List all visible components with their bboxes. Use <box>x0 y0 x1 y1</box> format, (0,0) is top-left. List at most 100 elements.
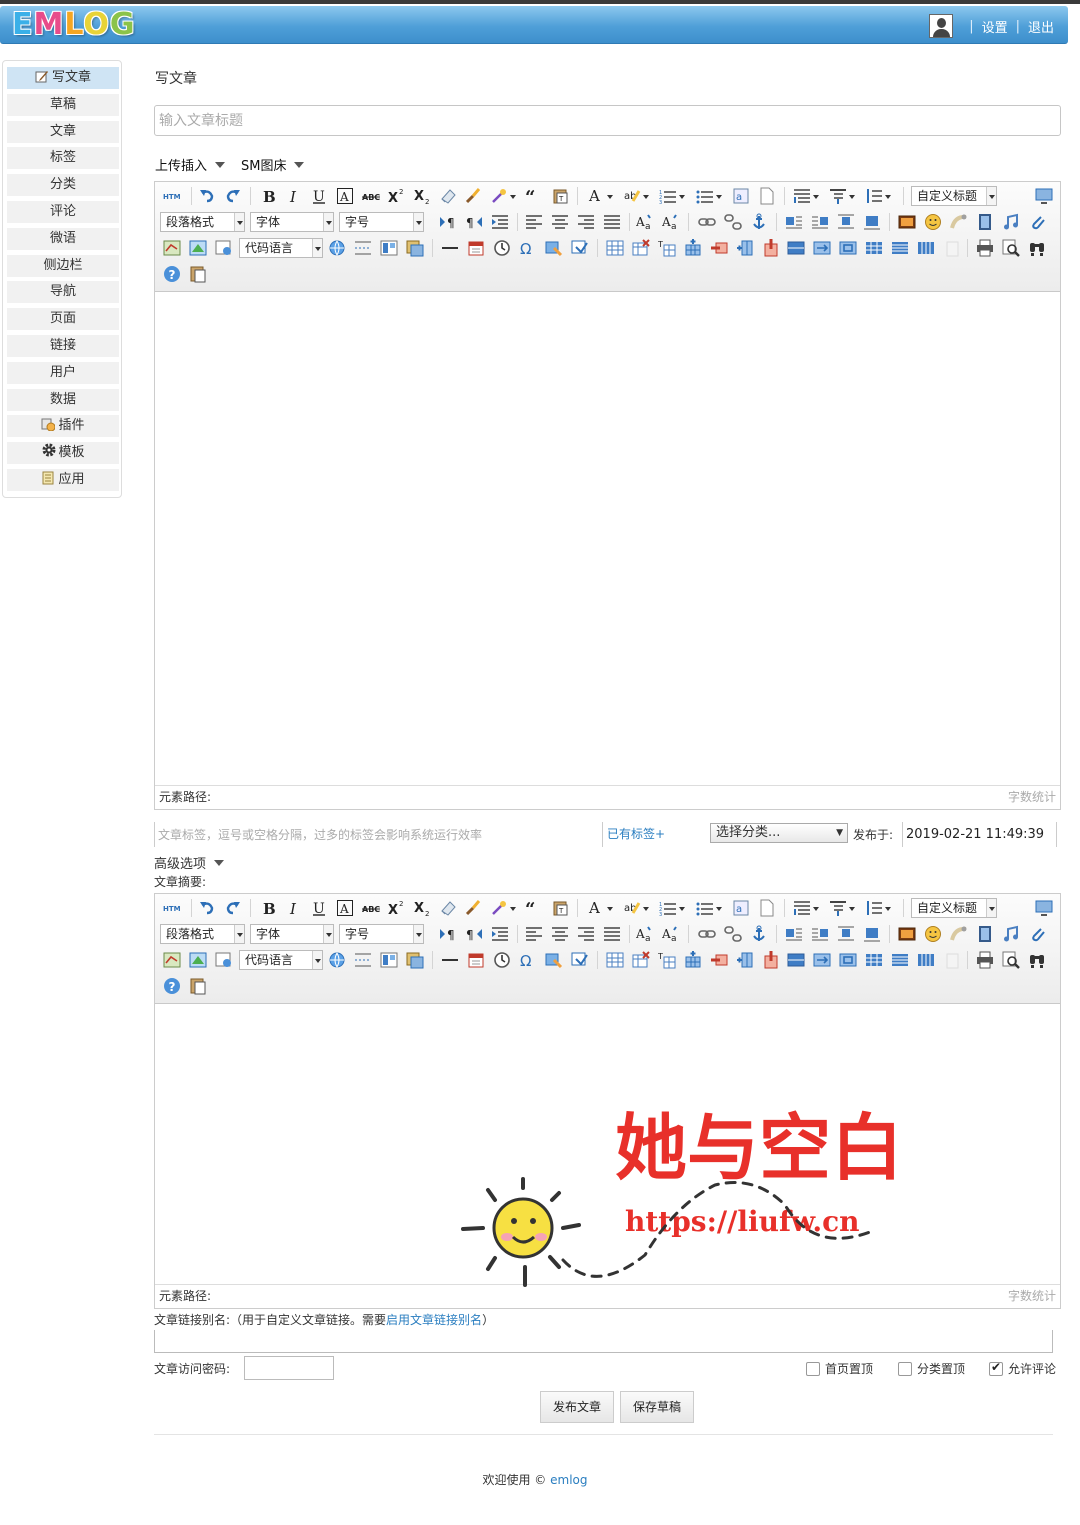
table-icon[interactable] <box>606 951 624 969</box>
date-icon[interactable] <box>467 951 485 969</box>
image-left-icon[interactable] <box>785 213 803 231</box>
uppercase-icon[interactable]: Aa <box>635 925 654 944</box>
row-spacing-top-icon[interactable] <box>793 187 811 205</box>
merge-right-icon[interactable] <box>813 951 831 969</box>
sidebar-item[interactable]: 插件 <box>7 415 119 438</box>
checkbox-allow-comment[interactable]: 允许评论 <box>989 1360 1056 1377</box>
attachment-icon[interactable] <box>1029 213 1047 231</box>
line-height-icon[interactable] <box>865 187 883 205</box>
insert-row-icon[interactable] <box>684 239 702 257</box>
print-icon[interactable] <box>976 239 994 257</box>
help-icon[interactable]: ? <box>163 977 181 995</box>
image-none-icon[interactable] <box>837 213 855 231</box>
format-brush-icon[interactable] <box>464 187 482 205</box>
source-icon[interactable]: HTML <box>163 187 186 205</box>
horizontal-rule-icon[interactable] <box>441 239 459 257</box>
merge-cells-icon[interactable] <box>787 951 805 969</box>
indent-icon[interactable] <box>491 213 509 231</box>
split-cells-icon[interactable] <box>865 951 883 969</box>
checkbox-home-top[interactable]: 首页置顶 <box>806 1360 873 1377</box>
sidebar-item[interactable]: 侧边栏 <box>7 254 119 277</box>
caret-down-icon[interactable] <box>643 195 649 199</box>
emoji-icon[interactable] <box>924 213 942 231</box>
delete-col-icon[interactable] <box>762 239 780 257</box>
font-family-select[interactable]: 字体 <box>250 212 334 232</box>
gmap-icon[interactable] <box>189 951 207 969</box>
sidebar-item[interactable]: 评论 <box>7 201 119 223</box>
table-caption-icon[interactable]: T <box>657 951 676 969</box>
code-language-select[interactable]: 代码语言 <box>239 238 323 258</box>
caret-down-icon[interactable] <box>849 907 855 911</box>
underline-icon[interactable]: U <box>310 187 328 205</box>
map-icon[interactable] <box>163 951 181 969</box>
line-height-icon[interactable] <box>865 899 883 917</box>
print-icon[interactable] <box>976 951 994 969</box>
delete-row-icon[interactable] <box>710 239 728 257</box>
caret-down-icon[interactable] <box>813 195 819 199</box>
unlink-icon[interactable] <box>724 213 742 231</box>
image-none-icon[interactable] <box>837 925 855 943</box>
fullscreen-icon[interactable] <box>1035 899 1053 917</box>
align-justify-icon[interactable] <box>603 213 621 231</box>
custom-title-select[interactable]: 自定义标题 <box>911 186 997 206</box>
clear-doc-icon[interactable] <box>758 187 776 205</box>
publish-date-input[interactable] <box>902 822 1057 847</box>
time-icon[interactable] <box>493 239 511 257</box>
insert-row-icon[interactable] <box>684 951 702 969</box>
superscript-icon[interactable]: X2 <box>387 187 405 206</box>
strikethrough-icon[interactable]: ABC <box>362 187 380 205</box>
editor-content-area[interactable] <box>155 292 1060 785</box>
image-center-icon[interactable] <box>863 925 881 943</box>
indent-icon[interactable] <box>491 925 509 943</box>
password-input[interactable] <box>244 1356 334 1380</box>
caret-down-icon[interactable] <box>679 195 685 199</box>
insert-col-icon[interactable] <box>736 239 754 257</box>
delete-table-icon[interactable] <box>632 239 650 257</box>
pagebreak-icon[interactable] <box>354 239 372 257</box>
font-border-icon[interactable]: A <box>336 899 354 917</box>
publish-button[interactable]: 发布文章 <box>540 1391 615 1423</box>
highlight-icon[interactable]: ab <box>623 187 641 205</box>
time-icon[interactable] <box>493 951 511 969</box>
attachment-icon[interactable] <box>1029 925 1047 943</box>
align-left-icon[interactable] <box>525 925 543 943</box>
checkbox-icon[interactable] <box>898 1361 912 1376</box>
blockquote-icon[interactable]: “ <box>525 187 543 208</box>
lowercase-icon[interactable]: Aa <box>661 213 680 232</box>
link-icon[interactable] <box>698 925 716 943</box>
select-all-icon[interactable]: a <box>732 187 750 205</box>
editor-content-area[interactable] <box>155 1004 1060 1284</box>
anchor-icon[interactable] <box>750 213 768 231</box>
auto-format-icon[interactable] <box>490 187 508 205</box>
caret-down-icon[interactable] <box>849 195 855 199</box>
sm-gallery-dropdown[interactable]: SM图床 <box>241 155 305 174</box>
upload-insert-dropdown[interactable]: 上传插入 <box>155 155 226 174</box>
fullscreen-icon[interactable] <box>1035 187 1053 205</box>
caret-down-icon[interactable] <box>679 907 685 911</box>
sidebar-item[interactable]: 标签 <box>7 147 119 170</box>
existing-tags-link[interactable]: 已有标签+ <box>602 822 665 847</box>
save-draft-button[interactable]: 保存草稿 <box>620 1391 695 1423</box>
merge-cells-icon[interactable] <box>787 239 805 257</box>
title-input[interactable] <box>154 105 1061 136</box>
caret-down-icon[interactable] <box>813 907 819 911</box>
subscript-icon[interactable]: X2 <box>413 899 431 918</box>
font-color-icon[interactable]: A <box>587 187 605 205</box>
sidebar-item[interactable]: 应用 <box>7 469 119 491</box>
caret-down-icon[interactable] <box>510 907 516 911</box>
blank-icon[interactable] <box>943 951 961 969</box>
word-image-icon[interactable] <box>571 239 589 257</box>
caret-down-icon[interactable] <box>643 907 649 911</box>
sidebar-item[interactable]: 草稿 <box>7 93 119 116</box>
align-center-icon[interactable] <box>551 213 569 231</box>
sidebar-item[interactable]: 链接 <box>7 335 119 357</box>
music-icon[interactable] <box>1002 925 1020 943</box>
image-icon[interactable] <box>898 213 916 231</box>
snapscreen-icon[interactable] <box>545 951 563 969</box>
subscript-icon[interactable]: X2 <box>413 187 431 206</box>
delete-table-icon[interactable] <box>632 951 650 969</box>
tag-input[interactable] <box>154 822 596 847</box>
snapscreen-icon[interactable] <box>545 239 563 257</box>
video-icon[interactable] <box>976 925 994 943</box>
align-left-icon[interactable] <box>525 213 543 231</box>
